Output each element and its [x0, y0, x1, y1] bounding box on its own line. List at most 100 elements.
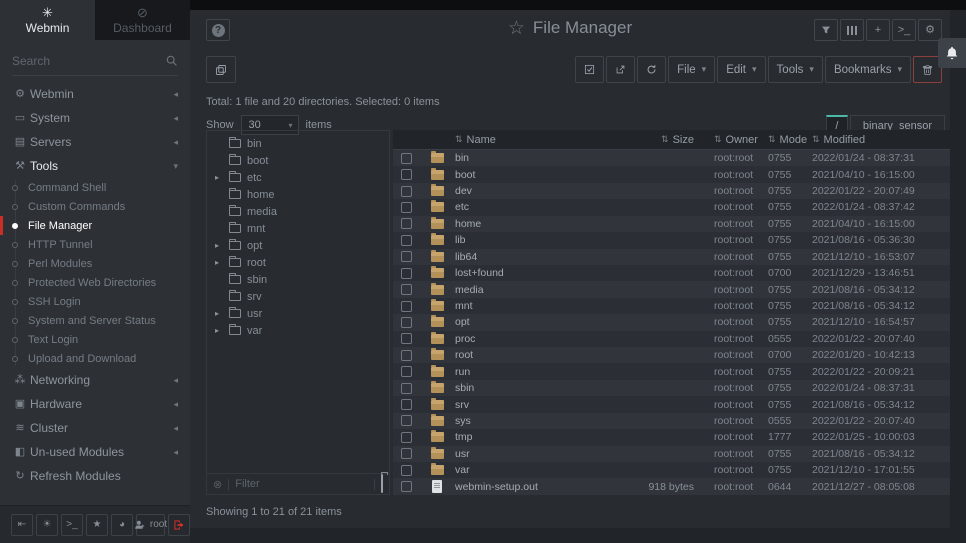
row-checkbox[interactable]	[401, 366, 412, 377]
row-checkbox[interactable]	[401, 448, 412, 459]
table-row-usr[interactable]: usr root:root 0755 2021/08/16 - 05:34:12	[393, 446, 950, 462]
sidebar-section-hardware[interactable]: ▣ Hardware ◂	[0, 392, 190, 416]
sidebar-item-http-tunnel[interactable]: HTTP Tunnel	[0, 235, 190, 254]
folder-toggle-icon[interactable]	[381, 475, 383, 493]
file-name-link[interactable]: boot	[455, 169, 475, 181]
table-row-webmin-setup.out[interactable]: webmin-setup.out 918 bytes root:root 064…	[393, 478, 950, 494]
table-row-mnt[interactable]: mnt root:root 0755 2021/08/16 - 05:34:12	[393, 298, 950, 314]
file-name-link[interactable]: webmin-setup.out	[455, 481, 538, 493]
row-checkbox[interactable]	[401, 218, 412, 229]
row-checkbox[interactable]	[401, 301, 412, 312]
column-header-mode[interactable]: ⇅Mode	[758, 134, 804, 146]
table-row-etc[interactable]: etc root:root 0755 2022/01/24 - 08:37:42	[393, 199, 950, 215]
tree-item-boot[interactable]: boot	[207, 152, 389, 169]
table-row-tmp[interactable]: tmp root:root 1777 2022/01/25 - 10:00:03	[393, 429, 950, 445]
file-name-link[interactable]: tmp	[455, 431, 473, 443]
file-name-link[interactable]: run	[455, 366, 470, 378]
notifications-tab[interactable]	[938, 38, 966, 68]
tree-item-media[interactable]: media	[207, 203, 389, 220]
sidebar-section-servers[interactable]: ▤ Servers ◂	[0, 130, 190, 154]
table-row-root[interactable]: root root:root 0700 2022/01/20 - 10:42:1…	[393, 347, 950, 363]
table-row-sys[interactable]: sys root:root 0555 2022/01/22 - 20:07:40	[393, 413, 950, 429]
file-name-link[interactable]: bin	[455, 152, 469, 164]
tree-item-etc[interactable]: ▸ etc	[207, 169, 389, 186]
row-checkbox[interactable]	[401, 169, 412, 180]
row-checkbox[interactable]	[401, 432, 412, 443]
tree-item-usr[interactable]: ▸ usr	[207, 305, 389, 322]
sidebar-section-tools[interactable]: ⚒ Tools ▾	[0, 154, 190, 178]
row-checkbox[interactable]	[401, 465, 412, 476]
table-row-dev[interactable]: dev root:root 0755 2022/01/22 - 20:07:49	[393, 183, 950, 199]
table-row-srv[interactable]: srv root:root 0755 2021/08/16 - 05:34:12	[393, 396, 950, 412]
tree-item-sbin[interactable]: sbin	[207, 271, 389, 288]
terminal-button[interactable]: >_	[892, 19, 916, 41]
table-row-lib64[interactable]: lib64 root:root 0755 2021/12/10 - 16:53:…	[393, 249, 950, 265]
add-button[interactable]: +	[866, 19, 890, 41]
sidebar-item-upload-and-download[interactable]: Upload and Download	[0, 349, 190, 368]
filter-button[interactable]	[814, 19, 838, 41]
row-checkbox[interactable]	[401, 399, 412, 410]
sidebar-item-text-login[interactable]: Text Login	[0, 330, 190, 349]
tools-menu[interactable]: Tools ▾	[768, 56, 823, 83]
tree-item-srv[interactable]: srv	[207, 288, 389, 305]
table-row-lost+found[interactable]: lost+found root:root 0700 2021/12/29 - 1…	[393, 265, 950, 281]
tab-dashboard[interactable]: ⊘ Dashboard	[95, 0, 190, 40]
file-name-link[interactable]: mnt	[455, 300, 473, 312]
export-button[interactable]	[606, 56, 635, 83]
row-checkbox[interactable]	[401, 383, 412, 394]
table-row-sbin[interactable]: sbin root:root 0755 2022/01/24 - 08:37:3…	[393, 380, 950, 396]
select-all-button[interactable]	[575, 56, 604, 83]
row-checkbox[interactable]	[401, 481, 412, 492]
row-checkbox[interactable]	[401, 284, 412, 295]
file-name-link[interactable]: dev	[455, 185, 472, 197]
tree-item-mnt[interactable]: mnt	[207, 220, 389, 237]
table-row-proc[interactable]: proc root:root 0555 2022/01/22 - 20:07:4…	[393, 331, 950, 347]
sidebar-item-file-manager[interactable]: File Manager	[0, 216, 190, 235]
tree-item-home[interactable]: home	[207, 186, 389, 203]
table-row-lib[interactable]: lib root:root 0755 2021/08/16 - 05:36:30	[393, 232, 950, 248]
tree-item-opt[interactable]: ▸ opt	[207, 237, 389, 254]
file-name-link[interactable]: sys	[455, 415, 471, 427]
table-row-media[interactable]: media root:root 0755 2021/08/16 - 05:34:…	[393, 281, 950, 297]
table-row-run[interactable]: run root:root 0755 2022/01/22 - 20:09:21	[393, 363, 950, 379]
sidebar-section-system[interactable]: ▭ System ◂	[0, 106, 190, 130]
row-checkbox[interactable]	[401, 333, 412, 344]
sidebar-section-webmin[interactable]: ⚙ Webmin ◂	[0, 82, 190, 106]
file-menu[interactable]: File ▾	[668, 56, 715, 83]
sidebar-item-command-shell[interactable]: Command Shell	[0, 178, 190, 197]
column-header-owner[interactable]: ⇅Owner	[700, 134, 758, 146]
refresh-button[interactable]	[637, 56, 666, 83]
favorite-star-icon[interactable]: ☆	[508, 19, 525, 38]
table-row-boot[interactable]: boot root:root 0755 2021/04/10 - 16:15:0…	[393, 166, 950, 182]
tree-item-bin[interactable]: bin	[207, 135, 389, 152]
file-name-link[interactable]: etc	[455, 201, 469, 213]
row-checkbox[interactable]	[401, 202, 412, 213]
edit-menu[interactable]: Edit ▾	[717, 56, 765, 83]
file-name-link[interactable]: srv	[455, 399, 469, 411]
theme-button[interactable]: ☀	[36, 514, 58, 536]
copy-path-button[interactable]	[206, 56, 236, 83]
shell-button[interactable]: >_	[61, 514, 83, 536]
sidebar-section-networking[interactable]: ⁂ Networking ◂	[0, 368, 190, 392]
row-checkbox[interactable]	[401, 153, 412, 164]
sidebar-item-system-and-server-status[interactable]: System and Server Status	[0, 311, 190, 330]
column-header-modified[interactable]: ⇅Modified	[804, 134, 950, 146]
sidebar-item-ssh-login[interactable]: SSH Login	[0, 292, 190, 311]
file-name-link[interactable]: root	[455, 349, 473, 361]
tree-filter-input[interactable]	[235, 478, 368, 490]
user-button[interactable]: root	[136, 514, 165, 536]
column-header-size[interactable]: ⇅Size	[644, 134, 700, 146]
file-name-link[interactable]: sbin	[455, 382, 474, 394]
clear-filter-icon[interactable]: ⊗	[213, 478, 222, 491]
search-input[interactable]	[12, 46, 178, 75]
file-name-link[interactable]: proc	[455, 333, 475, 345]
row-checkbox[interactable]	[401, 268, 412, 279]
table-row-bin[interactable]: bin root:root 0755 2022/01/24 - 08:37:31	[393, 150, 950, 166]
file-name-link[interactable]: lib64	[455, 251, 477, 263]
favorites-button[interactable]: ★	[86, 514, 108, 536]
column-header-name[interactable]: ⇅Name	[455, 134, 644, 146]
file-name-link[interactable]: usr	[455, 448, 470, 460]
file-name-link[interactable]: media	[455, 284, 484, 296]
table-row-home[interactable]: home root:root 0755 2021/04/10 - 16:15:0…	[393, 216, 950, 232]
sidebar-section-refresh-modules[interactable]: ↻ Refresh Modules	[0, 464, 190, 488]
